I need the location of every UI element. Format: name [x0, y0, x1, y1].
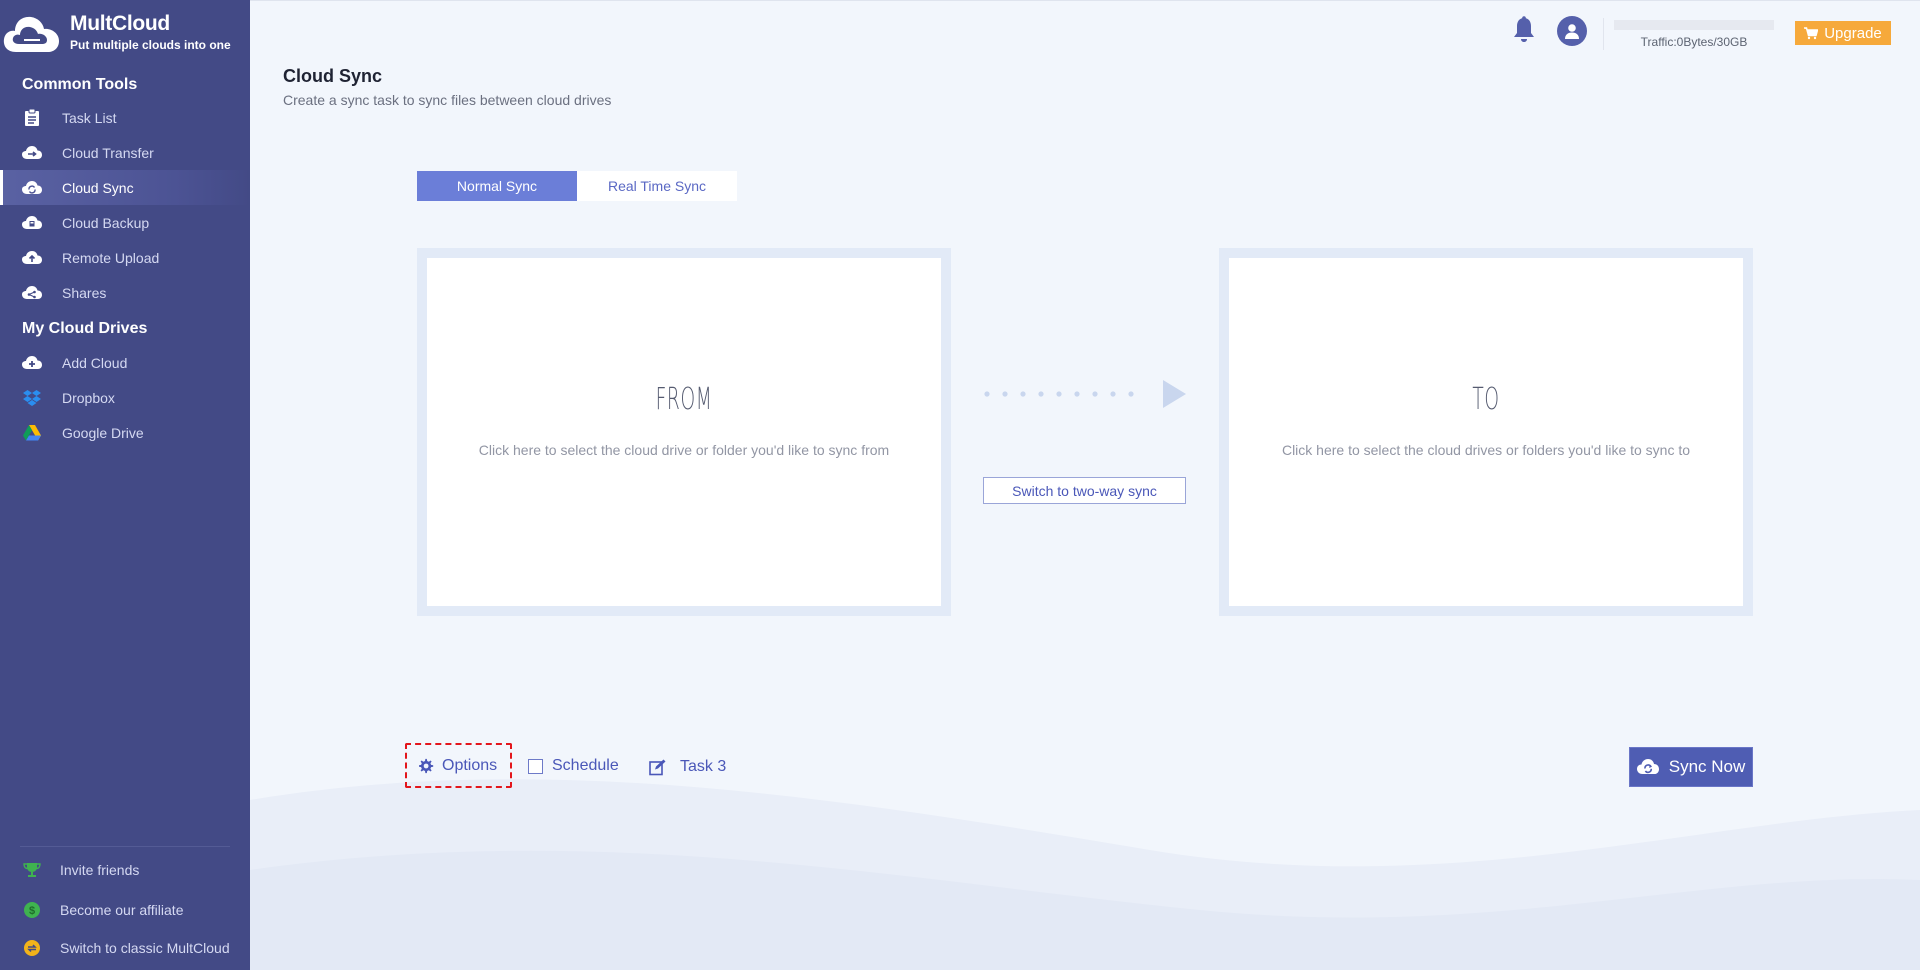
notification-bell-icon[interactable] — [1512, 16, 1536, 44]
header-divider — [1603, 18, 1604, 50]
switch-two-way-sync-button[interactable]: Switch to two-way sync — [983, 477, 1186, 504]
from-selector-panel[interactable]: FROM Click here to select the cloud driv… — [417, 248, 951, 616]
app-tagline: Put multiple clouds into one — [70, 38, 231, 52]
cloud-sync-icon — [1636, 759, 1659, 775]
background-waves — [250, 779, 1920, 970]
sidebar-item-label: Remote Upload — [62, 249, 160, 266]
header-border — [250, 0, 1920, 1]
sidebar-item-remote-upload[interactable]: Remote Upload — [0, 240, 250, 275]
options-button[interactable]: Options — [418, 755, 497, 777]
edit-icon — [649, 759, 667, 776]
sidebar-item-cloud-sync[interactable]: Cloud Sync — [0, 170, 250, 205]
from-description: Click here to select the cloud drive or … — [478, 442, 890, 458]
become-affiliate-label: Become our affiliate — [60, 902, 184, 918]
invite-friends-link[interactable]: Invite friends — [0, 855, 250, 885]
schedule-toggle[interactable]: Schedule — [528, 755, 619, 777]
schedule-label: Schedule — [552, 757, 619, 774]
sidebar-item-add-cloud[interactable]: Add Cloud — [0, 345, 250, 380]
options-label: Options — [442, 757, 498, 774]
sidebar-divider — [20, 846, 230, 847]
to-description: Click here to select the cloud drives or… — [1281, 442, 1691, 458]
upgrade-label: Upgrade — [1824, 24, 1882, 42]
traffic-label: Traffic:0Bytes/30GB — [1640, 35, 1748, 49]
page-subtitle: Create a sync task to sync files between… — [283, 92, 612, 108]
sidebar-item-shares[interactable]: Shares — [0, 275, 250, 310]
cloud-transfer-icon — [22, 143, 42, 163]
google-drive-icon — [22, 423, 42, 443]
my-cloud-drives-title: My Cloud Drives — [22, 320, 148, 337]
page-title: Cloud Sync — [283, 66, 383, 86]
app-logo[interactable]: MultCloud Put multiple clouds into one — [0, 6, 250, 58]
task-list-icon — [22, 108, 42, 128]
sync-now-label: Sync Now — [1668, 757, 1746, 776]
trophy-icon — [22, 860, 42, 880]
switch-classic-link[interactable]: Switch to classic MultCloud — [0, 933, 250, 963]
sidebar-item-task-list[interactable]: Task List — [0, 100, 250, 135]
cart-icon — [1804, 26, 1819, 40]
remote-upload-icon — [22, 248, 42, 268]
sidebar-item-label: Cloud Backup — [62, 214, 150, 231]
common-tools-title: Common Tools — [22, 76, 138, 93]
become-affiliate-link[interactable]: $ Become our affiliate — [0, 895, 250, 925]
invite-friends-label: Invite friends — [60, 862, 140, 878]
sidebar-item-dropbox[interactable]: Dropbox — [0, 380, 250, 415]
cloud-backup-icon — [22, 213, 42, 233]
sidebar-item-label: Shares — [62, 284, 107, 301]
tab-normal-sync[interactable]: Normal Sync — [417, 171, 577, 201]
user-avatar[interactable] — [1557, 16, 1587, 46]
sidebar-item-cloud-transfer[interactable]: Cloud Transfer — [0, 135, 250, 170]
sidebar-item-google-drive[interactable]: Google Drive — [0, 415, 250, 450]
task-name-editor[interactable]: Task 3 — [649, 756, 726, 778]
sidebar-item-label: Task List — [62, 109, 117, 126]
task-name-label: Task 3 — [680, 758, 727, 775]
switch-classic-label: Switch to classic MultCloud — [60, 940, 230, 956]
cloud-sync-icon — [22, 178, 42, 198]
sidebar-item-label: Cloud Transfer — [62, 144, 154, 161]
svg-text:$: $ — [29, 905, 35, 917]
traffic-progress-bar — [1614, 20, 1774, 30]
gear-icon — [418, 758, 434, 774]
sidebar: MultCloud Put multiple clouds into one C… — [0, 0, 250, 970]
to-selector-panel[interactable]: TO Click here to select the cloud drives… — [1219, 248, 1753, 616]
sidebar-item-label: Cloud Sync — [62, 179, 134, 196]
to-heading: TO — [1472, 382, 1500, 417]
schedule-checkbox[interactable] — [528, 758, 543, 774]
app-name: MultCloud — [70, 12, 170, 35]
user-icon — [1565, 24, 1579, 39]
sidebar-item-label: Dropbox — [62, 389, 115, 406]
sidebar-item-label: Add Cloud — [62, 354, 128, 371]
from-panel-inner: FROM Click here to select the cloud driv… — [427, 258, 941, 606]
tab-real-time-sync[interactable]: Real Time Sync — [577, 171, 737, 201]
upgrade-button[interactable]: Upgrade — [1795, 21, 1891, 45]
to-panel-inner: TO Click here to select the cloud drives… — [1229, 258, 1743, 606]
sync-now-button[interactable]: Sync Now — [1629, 747, 1753, 787]
sync-direction-arrow-icon — [984, 380, 1186, 408]
dollar-icon: $ — [22, 900, 42, 920]
multcloud-logo-icon — [3, 16, 60, 52]
share-icon — [22, 283, 42, 303]
dropbox-icon — [22, 388, 42, 408]
sidebar-item-cloud-backup[interactable]: Cloud Backup — [0, 205, 250, 240]
from-heading: FROM — [655, 382, 713, 417]
add-cloud-icon — [22, 353, 42, 373]
sidebar-item-label: Google Drive — [62, 424, 144, 441]
switch-icon — [22, 938, 42, 958]
